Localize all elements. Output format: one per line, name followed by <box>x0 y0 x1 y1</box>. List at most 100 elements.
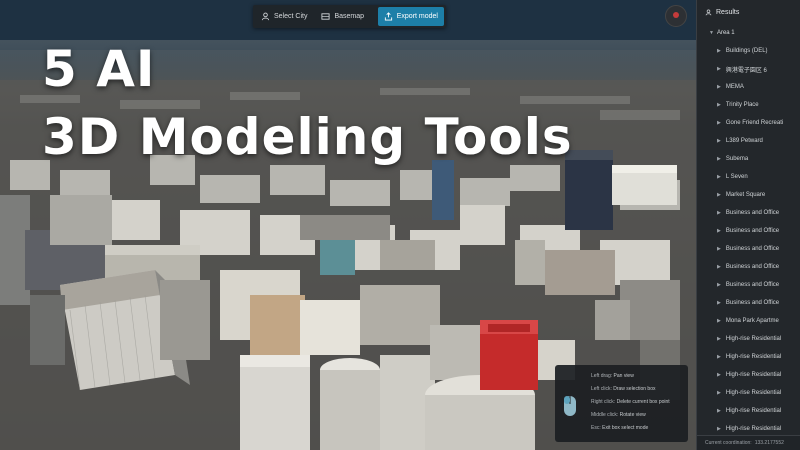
top-toolbar: Select City Basemap Export model <box>253 5 446 28</box>
map-icon <box>321 13 331 20</box>
list-item-label: High-rise Residential <box>725 390 782 396</box>
area-label: Area 1 <box>716 30 735 36</box>
chevron-right-icon: ▶ <box>717 300 721 306</box>
chevron-right-icon: ▶ <box>717 156 721 162</box>
user-icon <box>705 8 712 15</box>
export-icon <box>384 12 392 21</box>
chevron-right-icon: ▶ <box>717 66 721 72</box>
list-item[interactable]: ▶ Business and Office <box>697 276 800 294</box>
chevron-right-icon: ▶ <box>717 318 721 324</box>
compass-needle <box>673 12 679 18</box>
list-item-label: Business and Office <box>725 228 780 234</box>
list-item[interactable]: ▶ Market Square <box>697 186 800 204</box>
list-item-label: Market Square <box>725 192 766 198</box>
help-row: Left click: Draw selection box <box>591 386 655 392</box>
list-item[interactable]: ▶ High-rise Residential <box>697 330 800 348</box>
help-value: Exit box select mode <box>602 425 649 431</box>
list-item-label: Buildings (DEL) <box>725 48 768 54</box>
list-item[interactable]: ▶ Business and Office <box>697 222 800 240</box>
help-row: Left drag: Pan view <box>591 373 634 379</box>
list-item[interactable]: ▶ High-rise Residential <box>697 384 800 402</box>
list-item-label: Business and Office <box>725 210 780 216</box>
chevron-right-icon: ▶ <box>717 282 721 288</box>
list-item[interactable]: ▶ Gone Friend Recreati <box>697 114 800 132</box>
coordinate-readout: Current coordination: 133.2177552 <box>697 435 800 450</box>
chevron-right-icon: ▶ <box>717 246 721 252</box>
headline-line-2: 3D Modeling Tools <box>42 108 573 166</box>
chevron-right-icon: ▶ <box>717 264 721 270</box>
chevron-right-icon: ▶ <box>717 102 721 108</box>
list-item-label: L Seven <box>725 174 748 180</box>
help-value: Delete current box point <box>616 399 670 405</box>
list-item-label: High-rise Residential <box>725 408 782 414</box>
list-item-label: Business and Office <box>725 282 780 288</box>
list-item[interactable]: ▶ Buildings (DEL) <box>697 42 800 60</box>
help-key: Left drag: <box>591 373 613 379</box>
chevron-right-icon: ▶ <box>717 192 721 198</box>
select-city-label: Select City <box>274 13 308 20</box>
list-item[interactable]: ▶ Business and Office <box>697 258 800 276</box>
headline-line-1: 5 AI <box>42 40 156 98</box>
chevron-right-icon: ▶ <box>717 210 721 216</box>
list-item-label: Mona Park Apartme <box>725 318 779 324</box>
list-item-label: Business and Office <box>725 264 780 270</box>
list-item[interactable]: ▶ Business and Office <box>697 240 800 258</box>
chevron-right-icon: ▶ <box>717 336 721 342</box>
list-item-label: High-rise Residential <box>725 426 782 432</box>
export-model-button[interactable]: Export model <box>377 7 444 26</box>
list-item[interactable]: ▶ Trinity Place <box>697 96 800 114</box>
chevron-right-icon: ▶ <box>717 426 721 432</box>
list-item[interactable]: ▶ High-rise Residential <box>697 348 800 366</box>
list-item-label: Business and Office <box>725 246 780 252</box>
help-row: Middle click: Rotate view <box>591 412 646 418</box>
coordinate-value: 133.2177552 <box>754 440 784 446</box>
list-item[interactable]: ▶ Subema <box>697 150 800 168</box>
list-item[interactable]: ▶ Business and Office <box>697 294 800 312</box>
controls-help-panel: Left drag: Pan view Left click: Draw sel… <box>555 365 688 442</box>
help-key: Right click: <box>591 399 616 405</box>
results-header: Results <box>697 0 800 24</box>
basemap-button[interactable]: Basemap <box>315 7 370 26</box>
list-item[interactable]: ▶ L389 Petward <box>697 132 800 150</box>
list-item-label: 興港電子園区 6 <box>725 67 767 74</box>
user-icon <box>261 12 270 21</box>
coordinate-label: Current coordination: <box>705 440 752 446</box>
help-key: Left click: <box>591 386 612 392</box>
chevron-right-icon: ▶ <box>717 84 721 90</box>
list-item-label: High-rise Residential <box>725 336 782 342</box>
area-group[interactable]: ▼ Area 1 <box>697 24 800 42</box>
chevron-down-icon: ▼ <box>709 30 714 36</box>
results-title: Results <box>716 8 740 16</box>
chevron-right-icon: ▶ <box>717 48 721 54</box>
chevron-right-icon: ▶ <box>717 372 721 378</box>
chevron-right-icon: ▶ <box>717 174 721 180</box>
help-row: Esc: Exit box select mode <box>591 425 648 431</box>
list-item-label: High-rise Residential <box>725 372 782 378</box>
help-key: Esc: <box>591 425 601 431</box>
export-model-label: Export model <box>396 13 438 20</box>
list-item[interactable]: ▶ High-rise Residential <box>697 402 800 420</box>
list-item-label: Gone Friend Recreati <box>725 120 784 126</box>
list-item[interactable]: ▶ Mona Park Apartme <box>697 312 800 330</box>
list-item[interactable]: ▶ 興港電子園区 6 <box>697 60 800 78</box>
list-item[interactable]: ▶ Business and Office <box>697 204 800 222</box>
chevron-right-icon: ▶ <box>717 354 721 360</box>
help-row: Right click: Delete current box point <box>591 399 670 405</box>
list-item[interactable]: ▶ MEMA <box>697 78 800 96</box>
results-panel: Results ▼ Area 1 ▶ Buildings (DEL) ▶ 興港電子園… <box>696 0 800 450</box>
chevron-right-icon: ▶ <box>717 120 721 126</box>
help-value: Pan view <box>613 373 634 379</box>
compass-icon[interactable] <box>665 5 687 27</box>
chevron-right-icon: ▶ <box>717 228 721 234</box>
list-item[interactable]: ▶ High-rise Residential <box>697 366 800 384</box>
list-item-label: L389 Petward <box>725 138 763 144</box>
chevron-right-icon: ▶ <box>717 138 721 144</box>
select-city-button[interactable]: Select City <box>255 7 313 26</box>
list-item-label: Subema <box>725 156 749 162</box>
help-key: Middle click: <box>591 412 619 418</box>
mouse-icon <box>564 396 576 416</box>
list-item[interactable]: ▶ L Seven <box>697 168 800 186</box>
help-value: Draw selection box <box>613 386 656 392</box>
list-item-label: MEMA <box>725 84 744 90</box>
list-item-label: High-rise Residential <box>725 354 782 360</box>
